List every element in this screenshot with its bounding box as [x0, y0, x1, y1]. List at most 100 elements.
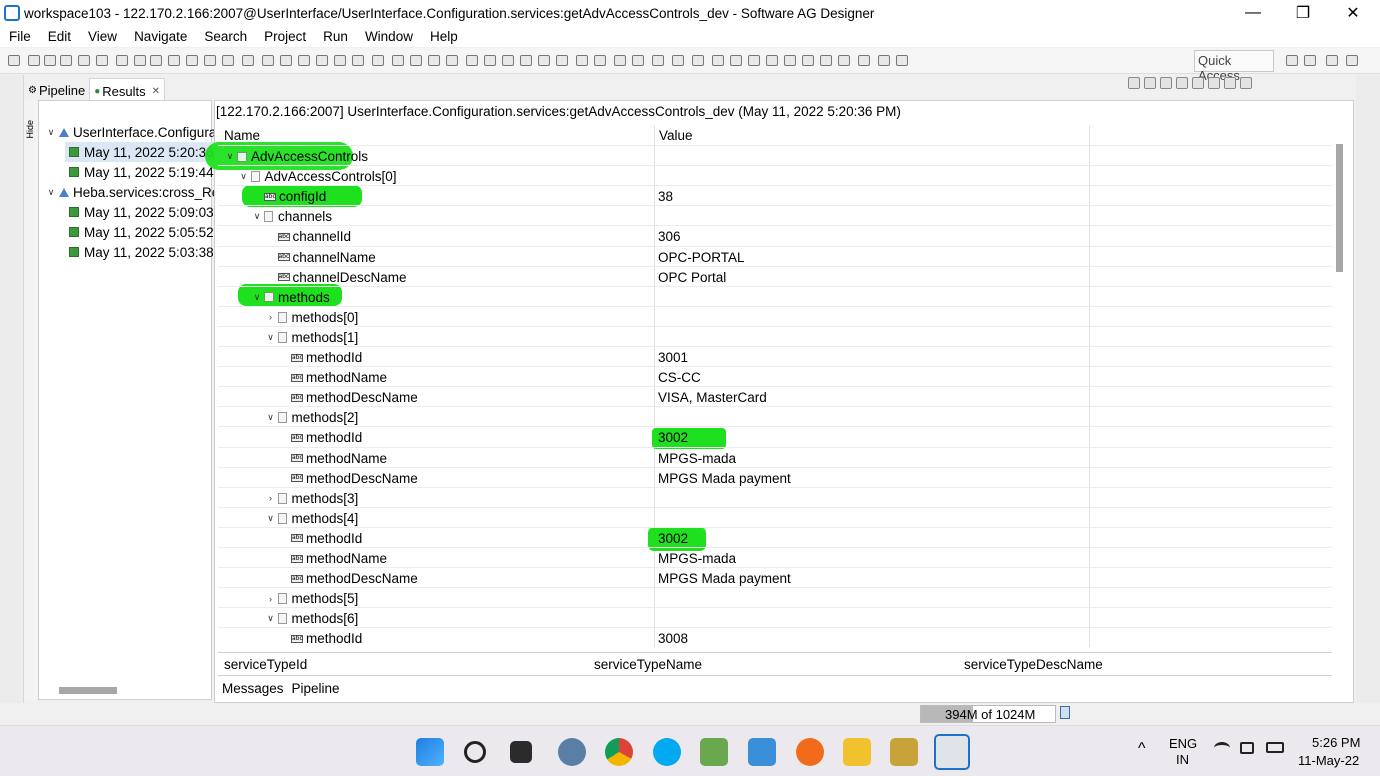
pipeline-row[interactable]: ∨ methods[4] [218, 506, 1332, 527]
wifi-icon[interactable] [1214, 742, 1230, 754]
collapse-icon[interactable] [1192, 77, 1204, 89]
toolbar-icon[interactable] [242, 55, 254, 66]
toolbar-icon[interactable] [186, 55, 198, 66]
expand-chevron-icon[interactable]: ∨ [265, 412, 277, 423]
expand-chevron-icon[interactable]: › [265, 594, 277, 604]
load-icon[interactable] [1208, 77, 1220, 89]
toolbar-icon[interactable] [748, 55, 760, 66]
menu-file[interactable]: File [0, 29, 39, 44]
toolbar-icon[interactable] [520, 55, 532, 66]
toolbar-icon[interactable] [652, 55, 664, 66]
toolbar-icon[interactable] [372, 55, 384, 66]
pipeline-row[interactable]: abc methodDescName MPGS Mada payment [218, 466, 1332, 487]
toolbar-icon[interactable] [60, 55, 72, 66]
toolbar-icon[interactable] [280, 55, 292, 66]
toolbar-icon[interactable] [576, 55, 588, 66]
toolbar-icon[interactable] [712, 55, 724, 66]
perspective-icon[interactable] [1326, 55, 1338, 66]
column-service-type-id[interactable]: serviceTypeId [224, 657, 307, 672]
toolbar-icon[interactable] [316, 55, 328, 66]
tree-service-node[interactable]: ∨ UserInterface.Configurati [45, 122, 223, 142]
pipeline-row[interactable]: abc methodName MPGS-mada [218, 547, 1332, 567]
toolbar-icon[interactable] [428, 55, 440, 66]
tab-results[interactable]: ● Results ✕ [89, 78, 166, 100]
toolbar-icon[interactable] [802, 55, 814, 66]
toolbar-icon[interactable] [78, 55, 90, 66]
toolbar-icon[interactable] [352, 55, 364, 66]
expand-chevron-icon[interactable]: ∨ [45, 187, 57, 198]
toolbar-icon[interactable] [466, 55, 478, 66]
toolbar-icon[interactable] [692, 55, 704, 66]
toolbar-icon[interactable] [410, 55, 422, 66]
postman-icon[interactable] [796, 738, 824, 766]
pipeline-row[interactable]: ∨ AdvAccessControls[0] [218, 165, 1332, 185]
battery-icon[interactable] [1266, 742, 1284, 753]
toolbar-icon[interactable] [168, 55, 180, 66]
horizontal-scrollbar[interactable] [59, 687, 117, 694]
expand-chevron-icon[interactable]: › [265, 312, 277, 322]
toolbar-icon[interactable] [262, 55, 274, 66]
clock-time[interactable]: 5:26 PM [1312, 735, 1360, 750]
app-icon[interactable] [700, 738, 728, 766]
tray-overflow-icon[interactable]: ^ [1138, 740, 1146, 758]
expand-chevron-icon[interactable]: › [265, 493, 277, 503]
filter-icon[interactable] [1240, 77, 1252, 89]
toolbar-icon[interactable] [150, 55, 162, 66]
hide-strip[interactable]: Hide [24, 100, 38, 700]
heap-status[interactable]: 394M of 1024M [920, 705, 1056, 723]
search-icon[interactable] [464, 741, 486, 763]
pipeline-row[interactable]: ∨ AdvAccessControls [218, 145, 1332, 165]
toolbar-icon[interactable] [222, 55, 234, 66]
tree-result-node[interactable]: May 11, 2022 5:19:44 [65, 162, 214, 182]
toolbar-icon[interactable] [392, 55, 404, 66]
expand-chevron-icon[interactable]: ∨ [45, 127, 57, 138]
menu-navigate[interactable]: Navigate [125, 29, 195, 44]
toolbar-icon[interactable] [614, 55, 626, 66]
clock-date[interactable]: 11-May-22 [1298, 753, 1359, 768]
toolbar-icon[interactable] [784, 55, 796, 66]
close-tab-icon[interactable]: ✕ [152, 86, 160, 97]
toolbar-icon[interactable] [672, 55, 684, 66]
toolbar-icon[interactable] [116, 55, 128, 66]
close-button[interactable]: ✕ [1328, 0, 1378, 26]
region-indicator[interactable]: IN [1176, 752, 1189, 767]
volume-muted-icon[interactable] [1240, 742, 1254, 754]
pipeline-row[interactable]: ∨ channels [218, 205, 1332, 225]
remove-all-icon[interactable] [1160, 77, 1172, 89]
pipeline-row[interactable]: ∨ methods [218, 285, 1332, 306]
toolbar-icon[interactable] [96, 55, 108, 66]
toolbar-icon[interactable] [878, 55, 890, 66]
task-view-icon[interactable] [510, 741, 532, 763]
toolbar-icon[interactable] [298, 55, 310, 66]
perspective-icon[interactable] [1304, 55, 1316, 66]
toolbar-icon[interactable] [204, 55, 216, 66]
pipeline-row[interactable]: › methods[3] [218, 486, 1332, 507]
remove-icon[interactable] [1144, 77, 1156, 89]
perspective-icon[interactable] [1346, 55, 1358, 66]
expand-chevron-icon[interactable]: ∨ [265, 513, 277, 524]
pipeline-row[interactable]: abc channelName OPC-PORTAL [218, 245, 1332, 266]
tab-messages[interactable]: Messages [218, 679, 288, 701]
column-header-value[interactable]: Value [653, 125, 693, 145]
vertical-scrollbar[interactable] [1336, 144, 1343, 272]
menu-edit[interactable]: Edit [39, 29, 79, 44]
tools-icon[interactable] [890, 738, 918, 766]
menu-help[interactable]: Help [421, 29, 466, 44]
tree-result-node[interactable]: May 11, 2022 5:05:52 [65, 222, 214, 242]
toolbar-icon[interactable] [8, 55, 20, 66]
tab-pipeline[interactable]: ⚙ Pipeline [24, 78, 89, 100]
pipeline-row[interactable]: abc channelDescName OPC Portal [218, 265, 1332, 286]
expand-chevron-icon[interactable]: ∨ [265, 613, 277, 624]
pipeline-row[interactable]: ∨ methods[2] [218, 406, 1332, 426]
refresh-icon[interactable] [1128, 77, 1140, 89]
pipeline-row[interactable]: abc methodId 3008 [218, 627, 1332, 647]
pipeline-row[interactable]: abc methodName MPGS-mada [218, 446, 1332, 467]
menu-window[interactable]: Window [356, 29, 421, 44]
column-service-type-name[interactable]: serviceTypeName [594, 657, 702, 672]
expand-chevron-icon[interactable]: ∨ [238, 171, 250, 182]
toolbar-icon[interactable] [556, 55, 568, 66]
pipeline-row[interactable]: ∨ methods[1] [218, 325, 1332, 346]
tree-result-node[interactable]: May 11, 2022 5:09:03 [65, 202, 214, 222]
menu-search[interactable]: Search [195, 29, 255, 44]
start-icon[interactable] [416, 738, 444, 766]
